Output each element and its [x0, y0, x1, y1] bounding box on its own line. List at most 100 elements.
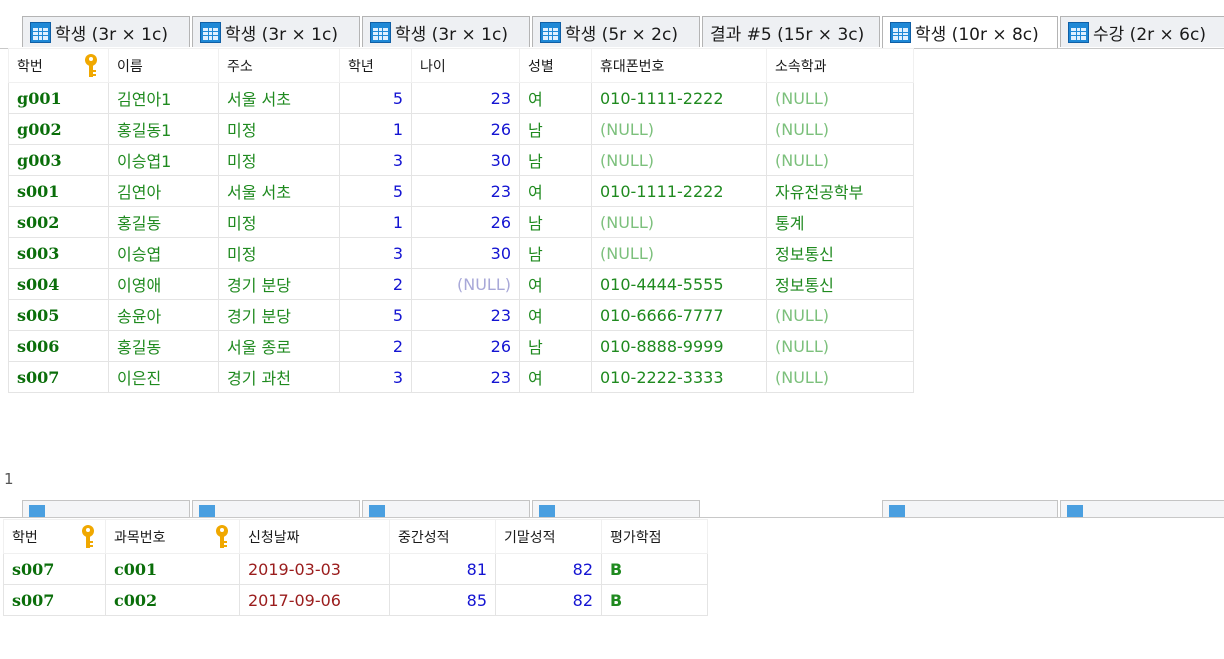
- column-header[interactable]: 과목번호: [105, 519, 240, 554]
- table-cell[interactable]: 남: [519, 206, 592, 238]
- table-cell[interactable]: 2: [339, 330, 412, 362]
- table-cell[interactable]: (NULL): [591, 237, 767, 269]
- table-row[interactable]: s002 홍길동 미정 1 26 남 (NULL) 통계: [8, 206, 914, 238]
- result-tab[interactable]: 학생 (3r × 1c): [192, 16, 360, 47]
- table-cell[interactable]: s001: [8, 175, 109, 207]
- table-cell[interactable]: 서울 서초: [218, 82, 340, 114]
- table-cell[interactable]: 2019-03-03: [239, 553, 390, 585]
- result-tab[interactable]: 학생 (3r × 1c): [22, 16, 190, 47]
- table-cell[interactable]: s005: [8, 299, 109, 331]
- table-cell[interactable]: 26: [411, 113, 520, 145]
- table-row[interactable]: s006 홍길동 서울 종로 2 26 남 010-8888-9999 (NULL): [8, 330, 914, 362]
- table-cell[interactable]: 010-4444-5555: [591, 268, 767, 300]
- table-cell[interactable]: 010-6666-7777: [591, 299, 767, 331]
- table-cell[interactable]: (NULL): [766, 330, 914, 362]
- table-cell[interactable]: 3: [339, 144, 412, 176]
- table-cell[interactable]: s004: [8, 268, 109, 300]
- result-tab[interactable]: [1060, 500, 1224, 517]
- table-cell[interactable]: s007: [3, 553, 106, 585]
- table-row[interactable]: s007 c002 2017-09-06 85 82 B: [3, 584, 708, 616]
- result-tab[interactable]: 결과 #5 (15r × 3c): [702, 16, 880, 47]
- result-tab[interactable]: 수강 (2r × 6c): [1060, 16, 1224, 47]
- result-tab-active[interactable]: 학생 (10r × 8c): [882, 16, 1058, 48]
- table-cell[interactable]: 여: [519, 82, 592, 114]
- table-cell[interactable]: 010-1111-2222: [591, 82, 767, 114]
- table-row[interactable]: s005 송윤아 경기 분당 5 23 여 010-6666-7777 (NULL): [8, 299, 914, 331]
- table-cell[interactable]: (NULL): [766, 144, 914, 176]
- table-cell[interactable]: B: [601, 584, 708, 616]
- table-cell[interactable]: 홍길동1: [108, 113, 219, 145]
- table-cell[interactable]: 미정: [218, 113, 340, 145]
- table-cell[interactable]: 김연아1: [108, 82, 219, 114]
- table-cell[interactable]: (NULL): [766, 361, 914, 393]
- table-cell[interactable]: 서울 서초: [218, 175, 340, 207]
- table-cell[interactable]: 남: [519, 330, 592, 362]
- result-tab[interactable]: 학생 (5r × 2c): [532, 16, 700, 47]
- column-header[interactable]: 학번: [3, 519, 106, 554]
- table-cell[interactable]: 홍길동: [108, 206, 219, 238]
- table-cell[interactable]: 30: [411, 237, 520, 269]
- column-header[interactable]: 성별: [519, 48, 592, 83]
- table-cell[interactable]: (NULL): [591, 144, 767, 176]
- table-cell[interactable]: 여: [519, 268, 592, 300]
- table-cell[interactable]: 미정: [218, 206, 340, 238]
- table-cell[interactable]: g002: [8, 113, 109, 145]
- table-cell[interactable]: s006: [8, 330, 109, 362]
- column-header[interactable]: 기말성적: [495, 519, 602, 554]
- table-cell[interactable]: 경기 과천: [218, 361, 340, 393]
- table-cell[interactable]: 이승엽1: [108, 144, 219, 176]
- table-row[interactable]: g003 이승엽1 미정 3 30 남 (NULL) (NULL): [8, 144, 914, 176]
- table-cell[interactable]: s007: [8, 361, 109, 393]
- table-cell[interactable]: 서울 종로: [218, 330, 340, 362]
- column-header[interactable]: 학번: [8, 48, 109, 83]
- table-row[interactable]: s003 이승엽 미정 3 30 남 (NULL) 정보통신: [8, 237, 914, 269]
- table-cell[interactable]: B: [601, 553, 708, 585]
- table-cell[interactable]: 이영애: [108, 268, 219, 300]
- column-header[interactable]: 평가학점: [601, 519, 708, 554]
- column-header[interactable]: 중간성적: [389, 519, 496, 554]
- table-cell[interactable]: 2: [339, 268, 412, 300]
- table-cell[interactable]: 23: [411, 299, 520, 331]
- result-tab[interactable]: 학생 (3r × 1c): [362, 16, 530, 47]
- table-cell[interactable]: g003: [8, 144, 109, 176]
- table-cell[interactable]: 남: [519, 144, 592, 176]
- pane-splitter[interactable]: [0, 498, 1224, 518]
- table-cell[interactable]: 010-2222-3333: [591, 361, 767, 393]
- table-cell[interactable]: 010-8888-9999: [591, 330, 767, 362]
- table-cell[interactable]: (NULL): [766, 299, 914, 331]
- table-cell[interactable]: 1: [339, 206, 412, 238]
- table-cell[interactable]: 이은진: [108, 361, 219, 393]
- column-header[interactable]: 신청날짜: [239, 519, 390, 554]
- table-cell[interactable]: c001: [105, 553, 240, 585]
- table-cell[interactable]: 여: [519, 361, 592, 393]
- table-cell[interactable]: 2017-09-06: [239, 584, 390, 616]
- table-cell[interactable]: 85: [389, 584, 496, 616]
- table-cell[interactable]: 23: [411, 82, 520, 114]
- table-row[interactable]: g002 홍길동1 미정 1 26 남 (NULL) (NULL): [8, 113, 914, 145]
- result-tab[interactable]: [882, 500, 1058, 517]
- table-cell[interactable]: 010-1111-2222: [591, 175, 767, 207]
- table-cell[interactable]: 1: [339, 113, 412, 145]
- table-cell[interactable]: 정보통신: [766, 237, 914, 269]
- table-cell[interactable]: 3: [339, 361, 412, 393]
- result-tab[interactable]: [532, 500, 700, 517]
- result-tab[interactable]: [192, 500, 360, 517]
- table-row[interactable]: s007 c001 2019-03-03 81 82 B: [3, 553, 708, 585]
- table-cell[interactable]: 5: [339, 299, 412, 331]
- table-cell[interactable]: s003: [8, 237, 109, 269]
- table-cell[interactable]: g001: [8, 82, 109, 114]
- table-cell[interactable]: (NULL): [591, 113, 767, 145]
- table-cell[interactable]: 30: [411, 144, 520, 176]
- table-cell[interactable]: 송윤아: [108, 299, 219, 331]
- table-cell[interactable]: 미정: [218, 144, 340, 176]
- table-cell[interactable]: 5: [339, 175, 412, 207]
- table-cell[interactable]: 경기 분당: [218, 268, 340, 300]
- table-row[interactable]: s004 이영애 경기 분당 2 (NULL) 여 010-4444-5555 정보통신: [8, 268, 914, 300]
- table-row[interactable]: s001 김연아 서울 서초 5 23 여 010-1111-2222 자유전공학부: [8, 175, 914, 207]
- table-cell[interactable]: 26: [411, 206, 520, 238]
- table-cell[interactable]: 통계: [766, 206, 914, 238]
- table-cell[interactable]: 남: [519, 113, 592, 145]
- table-cell[interactable]: 82: [495, 553, 602, 585]
- table-cell[interactable]: 미정: [218, 237, 340, 269]
- table-cell[interactable]: 23: [411, 361, 520, 393]
